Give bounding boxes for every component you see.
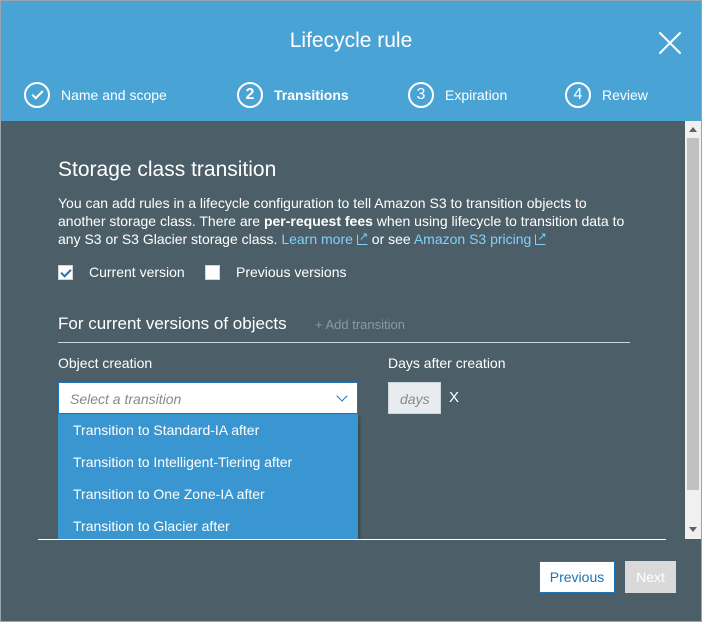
external-link-icon	[535, 228, 547, 246]
select-placeholder: Select a transition	[70, 391, 182, 407]
days-after-creation-label: Days after creation	[388, 355, 506, 371]
current-version-checkbox[interactable]	[58, 264, 73, 280]
add-transition-link[interactable]: + Add transition	[315, 317, 405, 332]
section-title: Storage class transition	[58, 158, 277, 181]
scrollbar[interactable]	[685, 121, 701, 539]
transition-dropdown: Transition to Standard-IA after Transiti…	[58, 414, 358, 539]
days-input[interactable]: days	[388, 382, 441, 414]
step-expiration[interactable]: 3 Expiration	[408, 81, 507, 109]
object-creation-label: Object creation	[58, 355, 153, 371]
dialog-title: Lifecycle rule	[289, 29, 413, 52]
step-number: 4	[565, 82, 591, 108]
dialog-content: Storage class transition You can add rul…	[1, 121, 685, 539]
previous-versions-checkbox[interactable]	[205, 264, 220, 280]
dropdown-option[interactable]: Transition to One Zone-IA after	[58, 478, 358, 510]
description-bold: per-request fees	[263, 213, 373, 229]
divider	[58, 342, 630, 343]
step-transitions[interactable]: 2 Transitions	[237, 81, 349, 109]
description-text: or see	[367, 231, 414, 247]
step-label: Transitions	[274, 87, 349, 103]
pricing-link[interactable]: Amazon S3 pricing	[414, 228, 547, 247]
section-description: You can add rules in a lifecycle configu…	[58, 194, 638, 248]
close-icon[interactable]	[656, 29, 684, 57]
lifecycle-rule-dialog: Lifecycle rule Name and scope 2 Transiti…	[0, 0, 702, 622]
step-name-and-scope[interactable]: Name and scope	[24, 81, 167, 109]
dropdown-option[interactable]: Transition to Glacier after	[58, 510, 358, 539]
current-version-option: Current version	[58, 264, 185, 280]
next-button[interactable]: Next	[625, 561, 676, 593]
step-label: Name and scope	[61, 87, 167, 103]
external-link-icon	[356, 228, 368, 246]
step-number: 3	[408, 82, 434, 108]
current-versions-title: For current versions of objects	[58, 314, 287, 333]
scrollbar-thumb[interactable]	[687, 138, 699, 490]
dropdown-option[interactable]: Transition to Intelligent-Tiering after	[58, 446, 358, 478]
days-placeholder: days	[400, 391, 430, 407]
current-version-label: Current version	[89, 264, 185, 280]
step-label: Expiration	[445, 87, 508, 103]
step-review[interactable]: 4 Review	[565, 81, 648, 109]
transition-select[interactable]: Select a transition	[58, 382, 358, 414]
previous-versions-option: Previous versions	[205, 264, 347, 280]
scroll-up-icon[interactable]	[689, 127, 697, 132]
checkmark-icon	[24, 82, 50, 108]
step-number: 2	[237, 82, 263, 108]
previous-button[interactable]: Previous	[539, 561, 615, 593]
chevron-down-icon	[336, 390, 348, 402]
remove-transition-button[interactable]: X	[449, 389, 459, 406]
footer-divider	[38, 539, 666, 540]
dropdown-option[interactable]: Transition to Standard-IA after	[58, 414, 358, 446]
learn-more-link[interactable]: Learn more	[281, 228, 368, 247]
step-label: Review	[602, 87, 648, 103]
previous-versions-label: Previous versions	[236, 264, 347, 280]
scroll-down-icon[interactable]	[689, 527, 697, 532]
dialog-header: Lifecycle rule Name and scope 2 Transiti…	[1, 1, 701, 121]
